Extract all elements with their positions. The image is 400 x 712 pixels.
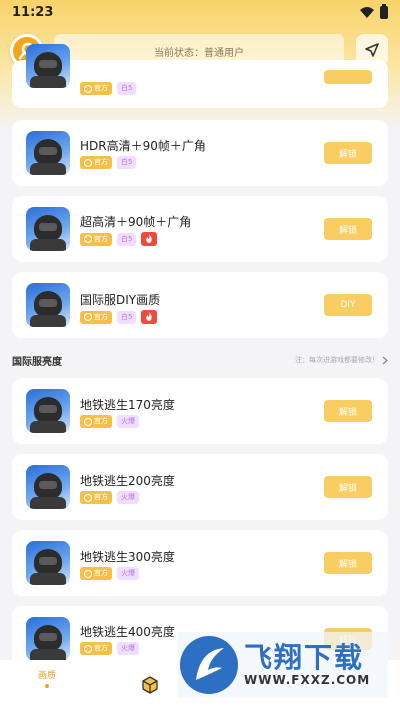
quality-card: HDR高清＋90帧＋广角 官方 白5 解锁 (12, 120, 388, 186)
card-title: 超高清＋90帧＋广角 (80, 215, 192, 229)
game-thumbnail (26, 131, 70, 175)
card-tags: 官方 白5 (80, 310, 158, 324)
watermark-title: 飞翔下载 (244, 640, 365, 674)
tag-secondary: 火爆 (117, 642, 139, 655)
diy-button[interactable]: DIY (324, 294, 372, 316)
watermark-logo-icon (180, 636, 238, 694)
watermark: 飞翔下载 WWW.FXXZ.COM (178, 632, 388, 698)
card-tags: 官方 白5 (80, 232, 158, 246)
cube-icon (142, 676, 158, 694)
game-thumbnail (26, 389, 70, 433)
card-tags: 官方 白5 (80, 156, 137, 169)
unlock-button[interactable] (324, 70, 372, 84)
section-note[interactable]: 注：每次进游戏都要修改！ (295, 355, 388, 365)
active-indicator (45, 684, 49, 688)
card-tags: 官方 火爆 (80, 642, 139, 655)
quality-card: 国际服DIY画质 官方 白5 DIY (12, 272, 388, 338)
game-thumbnail (26, 283, 70, 327)
card-tags: 官方 白5 (80, 82, 137, 95)
nav-tab-quality[interactable]: 画质 (38, 668, 56, 688)
tag-official: 官方 (80, 642, 112, 655)
tag-official: 官方 (80, 156, 112, 169)
quality-card: 地铁逃生170亮度 官方 火爆 解锁 (12, 378, 388, 444)
status-icons (360, 3, 388, 19)
fire-icon (141, 232, 158, 246)
tag-secondary: 白5 (117, 156, 137, 169)
tag-secondary: 火爆 (117, 567, 139, 580)
quality-card: 官方 白5 (12, 44, 388, 108)
wifi-icon (360, 6, 374, 18)
tag-secondary: 火爆 (117, 415, 139, 428)
card-title: 地铁逃生200亮度 (80, 474, 175, 488)
card-tags: 官方 火爆 (80, 415, 139, 428)
card-title: 国际服DIY画质 (80, 293, 161, 307)
watermark-url: WWW.FXXZ.COM (244, 673, 371, 688)
nav-tab-tools[interactable] (141, 676, 159, 694)
section-title: 国际服亮度 (12, 356, 62, 368)
unlock-button[interactable]: 解锁 (324, 142, 372, 164)
card-title: 地铁逃生400亮度 (80, 625, 175, 639)
game-thumbnail (26, 207, 70, 251)
tag-secondary: 火爆 (117, 491, 139, 504)
tag-official: 官方 (80, 415, 112, 428)
tag-official: 官方 (80, 82, 112, 95)
card-title: 地铁逃生170亮度 (80, 398, 175, 412)
status-time: 11:23 (12, 4, 54, 20)
game-thumbnail (26, 465, 70, 509)
card-tags: 官方 火爆 (80, 491, 139, 504)
quality-card: 超高清＋90帧＋广角 官方 白5 解锁 (12, 196, 388, 262)
card-title: HDR高清＋90帧＋广角 (80, 139, 206, 153)
tag-secondary: 白5 (117, 82, 137, 95)
tag-secondary: 白5 (117, 310, 137, 324)
card-title: 地铁逃生300亮度 (80, 550, 175, 564)
status-bar: 11:23 (0, 0, 400, 24)
game-thumbnail (26, 541, 70, 585)
unlock-button[interactable]: 解锁 (324, 400, 372, 422)
quality-card: 地铁逃生200亮度 官方 火爆 解锁 (12, 454, 388, 520)
chevron-right-icon (382, 356, 388, 364)
unlock-button[interactable]: 解锁 (324, 218, 372, 240)
user-status-text: 当前状态：普通用户 (154, 47, 244, 59)
battery-icon (380, 3, 388, 19)
tag-official: 官方 (80, 567, 112, 580)
quality-card: 地铁逃生300亮度 官方 火爆 解锁 (12, 530, 388, 596)
unlock-button[interactable]: 解锁 (324, 552, 372, 574)
game-thumbnail (26, 617, 70, 661)
tag-official: 官方 (80, 310, 112, 324)
game-thumbnail (26, 44, 70, 88)
unlock-button[interactable]: 解锁 (324, 476, 372, 498)
send-icon (365, 43, 379, 57)
fire-icon (141, 310, 158, 324)
tag-official: 官方 (80, 491, 112, 504)
tag-official: 官方 (80, 232, 112, 246)
section-header: 国际服亮度 注：每次进游戏都要修改！ (12, 350, 388, 370)
tag-secondary: 白5 (117, 232, 137, 246)
card-tags: 官方 火爆 (80, 567, 139, 580)
nav-tab-quality-label: 画质 (38, 671, 57, 681)
section-note-text: 注：每次进游戏都要修改！ (295, 356, 379, 364)
